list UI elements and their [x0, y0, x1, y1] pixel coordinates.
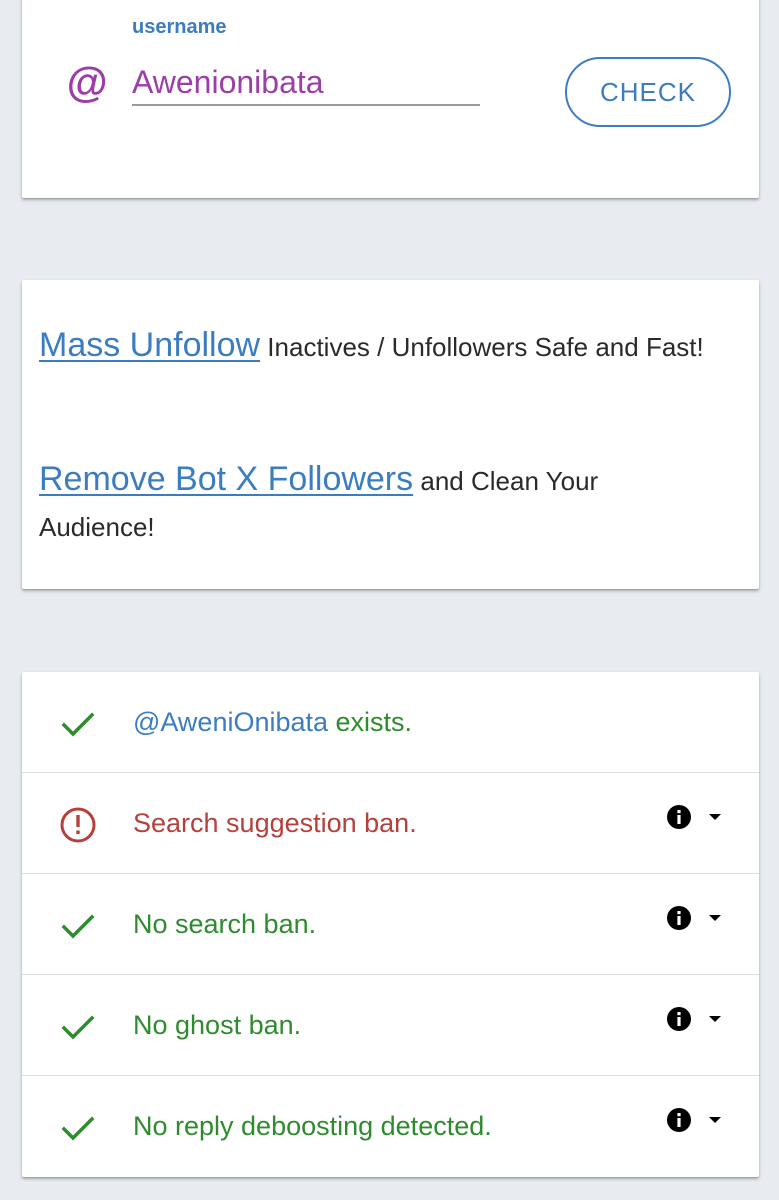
promo-line-remove-bots: Remove Bot X Followers and Clean Your Au… — [39, 456, 709, 550]
exists-label: exists. — [328, 707, 413, 737]
result-row-search-ban: No search ban. — [22, 874, 759, 975]
result-row-ghost-ban: No ghost ban. — [22, 975, 759, 1076]
check-icon — [58, 1108, 98, 1148]
mass-unfollow-link[interactable]: Mass Unfollow — [39, 326, 260, 364]
check-button[interactable]: CHECK — [565, 57, 731, 127]
result-text-exists: @AweniOnibata exists. — [133, 706, 412, 738]
info-icon[interactable] — [666, 1006, 692, 1032]
alert-circle-icon — [58, 805, 98, 845]
remove-bot-followers-link[interactable]: Remove Bot X Followers — [39, 460, 413, 498]
caret-down-icon[interactable] — [708, 1116, 722, 1124]
caret-down-icon[interactable] — [708, 914, 722, 922]
username-input[interactable] — [132, 60, 480, 106]
at-sign-icon: @ — [66, 59, 107, 106]
info-icon[interactable] — [666, 1107, 692, 1133]
info-icon[interactable] — [666, 804, 692, 830]
check-icon — [58, 906, 98, 946]
result-text-search-suggestion-ban: Search suggestion ban. — [133, 808, 417, 838]
result-text-ghost-ban: No ghost ban. — [133, 1010, 302, 1040]
result-text-reply-deboosting: No reply deboosting detected. — [133, 1111, 492, 1141]
check-icon — [58, 704, 98, 744]
account-handle-link[interactable]: @AweniOnibata — [133, 707, 328, 737]
check-icon — [58, 1007, 98, 1047]
promo-line-mass-unfollow: Mass Unfollow Inactives / Unfollowers Sa… — [39, 322, 709, 370]
info-icon[interactable] — [666, 905, 692, 931]
caret-down-icon[interactable] — [708, 1015, 722, 1023]
details-toggle[interactable] — [666, 1107, 726, 1137]
username-field-label: username — [132, 16, 227, 38]
result-row-search-suggestion-ban: Search suggestion ban. — [22, 773, 759, 874]
username-search-card: username @ CHECK — [22, 0, 759, 198]
results-card: @AweniOnibata exists. Search suggestion … — [22, 672, 759, 1177]
result-row-exists: @AweniOnibata exists. — [22, 672, 759, 773]
promo-text: Inactives / Unfollowers Safe and Fast! — [260, 332, 704, 362]
caret-down-icon[interactable] — [708, 813, 722, 821]
details-toggle[interactable] — [666, 905, 726, 935]
result-text-search-ban: No search ban. — [133, 909, 317, 939]
details-toggle[interactable] — [666, 1006, 726, 1036]
result-row-reply-deboosting: No reply deboosting detected. — [22, 1076, 759, 1177]
details-toggle[interactable] — [666, 804, 726, 834]
